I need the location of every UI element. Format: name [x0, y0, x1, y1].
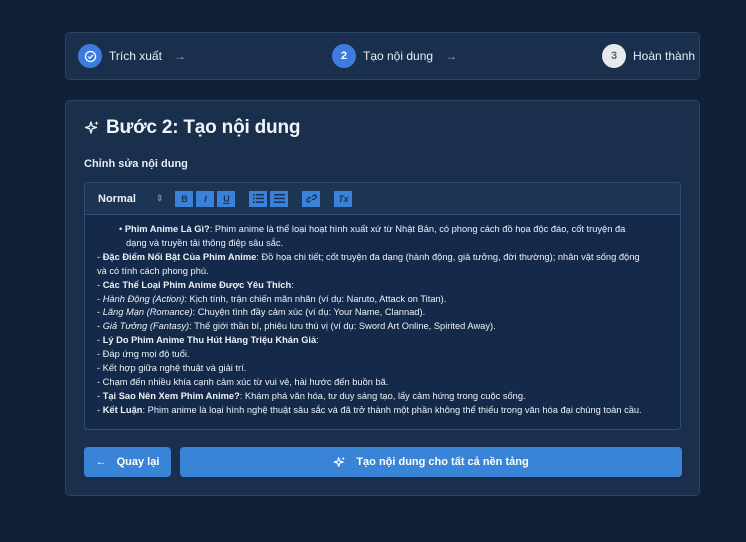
page-title: Bước 2: Tạo nội dung: [106, 117, 301, 138]
sparkles-icon: [333, 456, 346, 467]
back-button-label: Quay lại: [116, 456, 160, 468]
link-button[interactable]: [302, 190, 321, 207]
progress-stepper: Trích xuất → 2 Tạo nội dung → 3 Hoàn thà…: [65, 32, 700, 80]
format-select[interactable]: Normal ⇕: [98, 193, 163, 205]
editor-toolbar: Normal ⇕ B I U Tx: [85, 183, 680, 215]
clear-format-button[interactable]: Tx: [334, 190, 353, 207]
content-line: dạng và truyền tải thông điệp sâu sắc.: [126, 237, 284, 248]
generate-all-platforms-button[interactable]: Tạo nội dung cho tất cả nền tảng: [180, 447, 682, 477]
step-create-content: 2 Tạo nội dung →: [332, 44, 457, 68]
content-line: - Đáp ứng mọi độ tuổi.: [97, 349, 190, 360]
content-line: - Lý Do Phim Anime Thu Hút Hàng Triệu Kh…: [97, 335, 319, 346]
content-line: - Hành Động (Action): Kịch tính, trận ch…: [97, 293, 447, 304]
step-number: 3: [602, 44, 626, 68]
content-line: và có tính cách phong phú.: [97, 265, 209, 276]
step-label: Tạo nội dung: [363, 49, 434, 63]
content-line: - Đặc Điểm Nổi Bật Của Phim Anime: Đồ họ…: [97, 251, 640, 262]
step-number: 2: [332, 44, 356, 68]
content-line: - Lãng Mạn (Romance): Chuyện tình đầy cả…: [97, 307, 426, 318]
arrow-left-icon: ←: [95, 456, 107, 468]
content-line: - Chạm đến nhiều khía cạnh cảm xúc từ vu…: [97, 376, 389, 387]
italic-button[interactable]: I: [196, 190, 215, 207]
section-label: Chỉnh sửa nội dung: [84, 158, 188, 170]
sort-arrows-icon: ⇕: [155, 193, 164, 203]
content-line: - Giả Tưởng (Fantasy): Thế giới thần bí,…: [97, 321, 496, 332]
content-line: - Kết Luận: Phim anime là loại hình nghệ…: [97, 404, 642, 415]
ordered-list-icon: [252, 194, 264, 203]
bullet-list-icon: [273, 194, 285, 203]
step-complete: 3 Hoàn thành: [602, 44, 695, 68]
ordered-list-button[interactable]: [249, 190, 268, 207]
step-label: Trích xuất: [109, 49, 162, 63]
bullet-list-button[interactable]: [270, 190, 289, 207]
bold-button[interactable]: B: [175, 190, 194, 207]
back-button[interactable]: ← Quay lại: [84, 447, 171, 477]
content-line: • Phim Anime Là Gì?: Phim anime là thể l…: [119, 224, 626, 234]
underline-button[interactable]: U: [217, 190, 236, 207]
step-label: Hoàn thành: [633, 49, 696, 63]
content-line: - Tại Sao Nên Xem Phim Anime?: Khám phá …: [97, 390, 526, 401]
generate-button-label: Tạo nội dung cho tất cả nền tảng: [356, 456, 529, 468]
content-line: - Kết hợp giữa nghệ thuật và giải trí.: [97, 363, 247, 374]
content-line: - Các Thể Loại Phim Anime Được Yêu Thích…: [97, 279, 294, 290]
arrow-right-icon: →: [445, 49, 458, 63]
editor-content[interactable]: • Phim Anime Là Gì?: Phim anime là thể l…: [85, 215, 680, 429]
link-icon: [306, 194, 317, 203]
card-header: Bước 2: Tạo nội dung: [84, 117, 300, 139]
rich-text-editor[interactable]: Normal ⇕ B I U Tx • Phim Anime Là Gì?: P…: [84, 182, 681, 430]
arrow-right-icon: →: [173, 49, 186, 63]
step-extract: Trích xuất →: [78, 44, 186, 68]
step-done-check-icon: [78, 44, 102, 68]
sparkles-icon: [84, 121, 99, 134]
content-card: Bước 2: Tạo nội dung Chỉnh sửa nội dung …: [65, 100, 700, 496]
format-select-value: Normal: [98, 192, 136, 205]
